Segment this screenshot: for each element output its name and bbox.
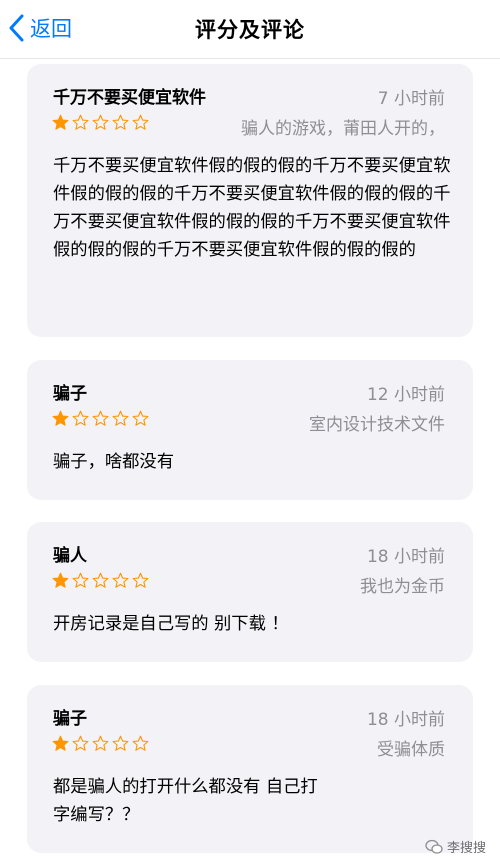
review-body: 骗子，啥都没有 xyxy=(53,452,174,472)
star-empty-icon xyxy=(132,410,149,426)
star-empty-icon xyxy=(72,410,89,426)
star-empty-icon xyxy=(112,114,129,130)
star-empty-icon xyxy=(72,735,89,751)
star-empty-icon xyxy=(92,572,109,588)
star-filled-icon xyxy=(52,410,69,426)
review-time: 18 小时前 xyxy=(366,547,445,567)
star-empty-icon xyxy=(132,735,149,751)
review-time: 12 小时前 xyxy=(366,385,445,405)
review-card[interactable]: 骗人 18 小时前 我也为金币 开房记录是自己写的 别下载 ！ xyxy=(27,522,473,662)
star-filled-icon xyxy=(52,114,69,130)
star-empty-icon xyxy=(112,410,129,426)
review-body: 千万不要买便宜软件假的假的假的千万不要买便宜软件假的假的假的千万不要买便宜软件假… xyxy=(53,156,451,260)
star-empty-icon xyxy=(92,114,109,130)
review-title: 骗人 xyxy=(53,546,87,566)
star-empty-icon xyxy=(92,410,109,426)
star-empty-icon xyxy=(72,114,89,130)
review-body: 开房记录是自己写的 别下载 ！ xyxy=(53,614,289,634)
star-filled-icon xyxy=(52,572,69,588)
star-rating xyxy=(52,114,149,131)
star-empty-icon xyxy=(72,572,89,588)
review-title: 千万不要买便宜软件 xyxy=(53,88,206,108)
star-empty-icon xyxy=(112,735,129,751)
review-body: 都是骗人的打开什么都没有 自己打字编写？？ xyxy=(53,777,318,825)
review-card[interactable]: 骗子 18 小时前 受骗体质 都是骗人的打开什么都没有 自己打字编写？？ xyxy=(27,685,473,853)
star-empty-icon xyxy=(132,572,149,588)
review-title: 骗子 xyxy=(53,709,87,729)
review-author: 骗人的游戏，莆田人开的， xyxy=(241,119,445,139)
star-rating xyxy=(52,410,149,427)
star-rating xyxy=(52,735,149,752)
navigation-bar: 返回 评分及评论 xyxy=(0,0,500,59)
wechat-icon xyxy=(425,839,443,854)
review-card[interactable]: 骗子 12 小时前 室内设计技术文件 骗子，啥都没有 xyxy=(27,360,473,500)
watermark: 李搜搜 xyxy=(425,837,486,856)
star-filled-icon xyxy=(52,735,69,751)
star-empty-icon xyxy=(112,572,129,588)
review-time: 18 小时前 xyxy=(366,710,445,730)
review-card[interactable]: 千万不要买便宜软件 7 小时前 骗人的游戏，莆田人开的， 千万不要买便宜软件假的… xyxy=(27,64,473,337)
page-title: 评分及评论 xyxy=(195,18,305,42)
star-empty-icon xyxy=(92,735,109,751)
review-author: 室内设计技术文件 xyxy=(309,415,445,435)
star-rating xyxy=(52,572,149,589)
review-title: 骗子 xyxy=(53,384,87,404)
review-time: 7 小时前 xyxy=(377,89,445,109)
watermark-text: 李搜搜 xyxy=(446,841,486,856)
star-empty-icon xyxy=(132,114,149,130)
review-author: 我也为金币 xyxy=(360,577,445,597)
review-author: 受骗体质 xyxy=(377,740,445,760)
